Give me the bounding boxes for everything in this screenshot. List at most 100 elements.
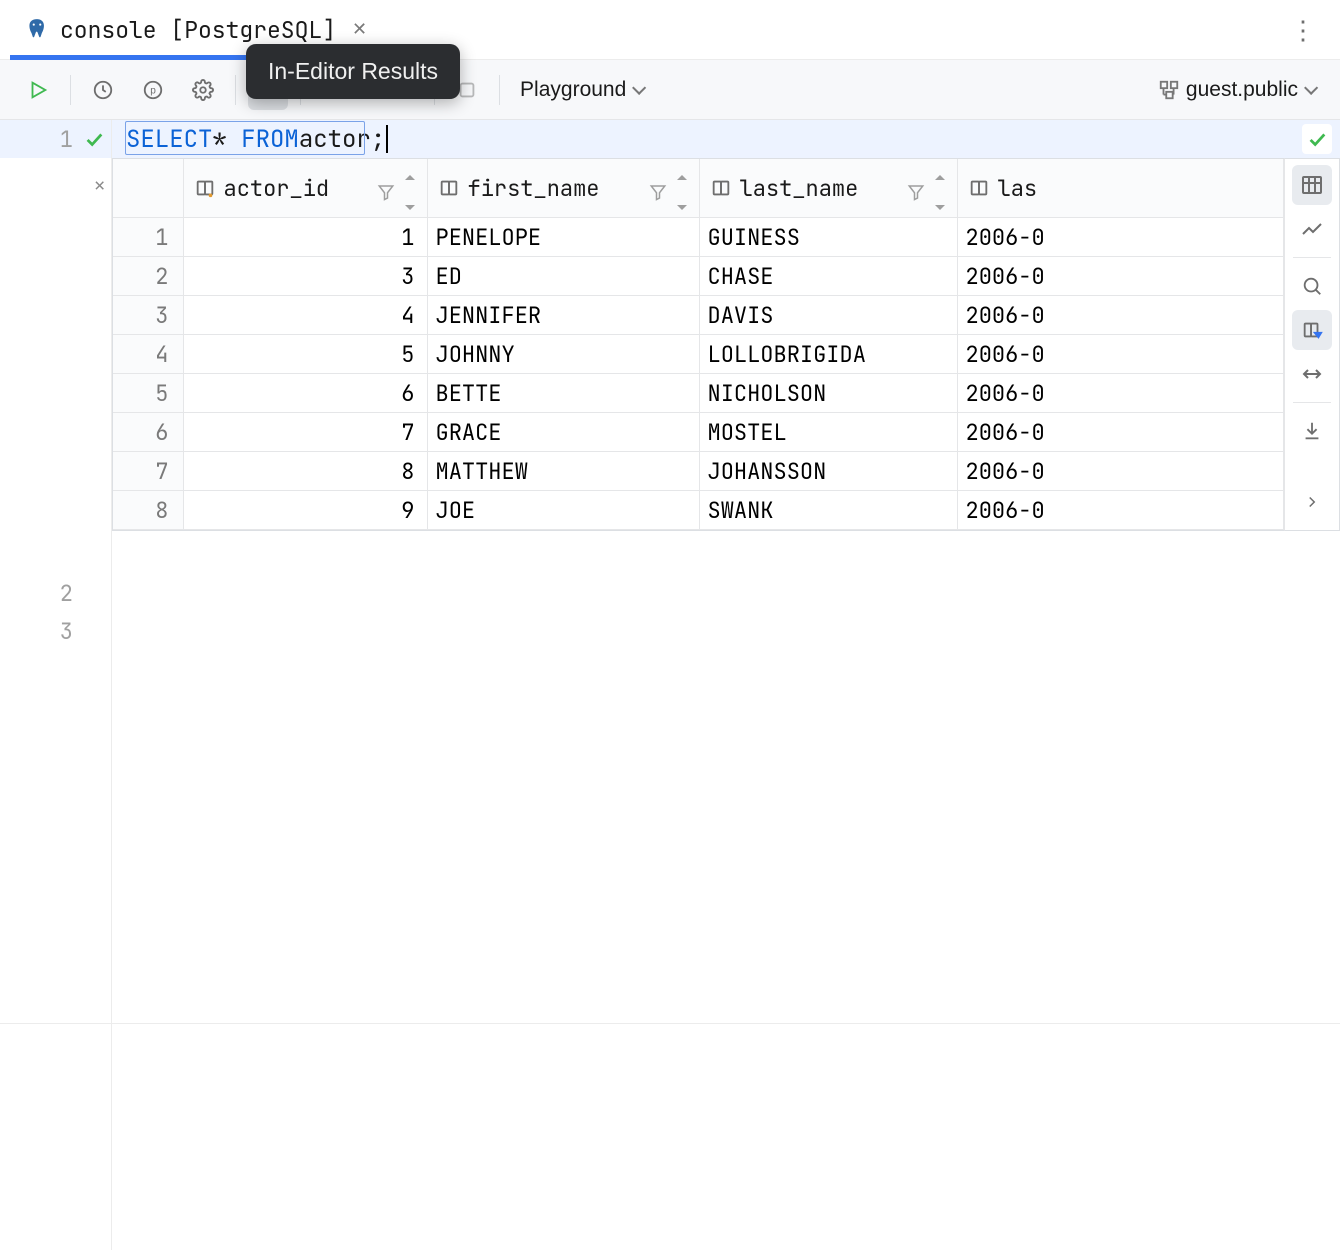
explain-plan-button[interactable]: p bbox=[133, 70, 173, 110]
expand-button[interactable] bbox=[1292, 482, 1332, 522]
tooltip-in-editor-results: In-Editor Results bbox=[246, 44, 460, 99]
export-button[interactable] bbox=[1292, 411, 1332, 451]
gutter-line[interactable]: 2 bbox=[0, 574, 111, 612]
playground-label: Playground bbox=[520, 78, 626, 102]
sort-icon[interactable] bbox=[675, 159, 689, 217]
text-caret bbox=[386, 125, 388, 153]
cell-last-name[interactable]: GUINESS bbox=[699, 218, 957, 257]
postgresql-icon bbox=[24, 17, 50, 43]
gutter-line[interactable]: 1 bbox=[0, 120, 111, 158]
row-number: 2 bbox=[113, 257, 183, 296]
cell-first-name[interactable]: MATTHEW bbox=[427, 452, 699, 491]
gutter-line[interactable]: ✕ bbox=[0, 158, 111, 214]
table-row[interactable]: 34JENNIFERDAVIS2006-0 bbox=[113, 296, 1284, 335]
sql-keyword: SELECT bbox=[126, 124, 212, 155]
cell-first-name[interactable]: ED bbox=[427, 257, 699, 296]
row-number: 6 bbox=[113, 413, 183, 452]
run-button[interactable] bbox=[18, 70, 58, 110]
cell-actor-id[interactable]: 1 bbox=[183, 218, 427, 257]
column-icon bbox=[968, 177, 990, 199]
cell-last-name[interactable]: MOSTEL bbox=[699, 413, 957, 452]
cell-actor-id[interactable]: 9 bbox=[183, 491, 427, 530]
column-icon bbox=[438, 177, 460, 199]
table-row[interactable]: 67GRACEMOSTEL2006-0 bbox=[113, 413, 1284, 452]
column-header-actor-id[interactable]: actor_id bbox=[183, 159, 427, 218]
table-row[interactable]: 78MATTHEWJOHANSSON2006-0 bbox=[113, 452, 1284, 491]
cell-last-update[interactable]: 2006-0 bbox=[957, 335, 1284, 374]
cell-first-name[interactable]: JOHNNY bbox=[427, 335, 699, 374]
cell-actor-id[interactable]: 5 bbox=[183, 335, 427, 374]
column-label: first_name bbox=[468, 174, 600, 203]
column-label: actor_id bbox=[224, 174, 330, 203]
cell-actor-id[interactable]: 7 bbox=[183, 413, 427, 452]
cell-last-update[interactable]: 2006-0 bbox=[957, 413, 1284, 452]
line-number: 2 bbox=[60, 579, 73, 608]
schema-dropdown[interactable]: guest.public bbox=[1150, 70, 1322, 110]
cell-actor-id[interactable]: 6 bbox=[183, 374, 427, 413]
line-number: 3 bbox=[60, 617, 73, 646]
editor-body: 1 ✕ 2 3 SELECT* FROM actor; bbox=[0, 120, 1340, 1250]
filter-icon[interactable] bbox=[649, 179, 667, 197]
table-row[interactable]: 11PENELOPEGUINESS2006-0 bbox=[113, 218, 1284, 257]
transpose-button[interactable] bbox=[1292, 354, 1332, 394]
filter-icon[interactable] bbox=[377, 179, 395, 197]
cell-first-name[interactable]: JOE bbox=[427, 491, 699, 530]
table-row[interactable]: 89JOESWANK2006-0 bbox=[113, 491, 1284, 530]
row-number: 1 bbox=[113, 218, 183, 257]
search-button[interactable] bbox=[1292, 266, 1332, 306]
separator bbox=[1293, 257, 1331, 258]
playground-dropdown[interactable]: Playground bbox=[512, 70, 650, 110]
result-panel: actor_id bbox=[112, 158, 1340, 531]
cell-last-update[interactable]: 2006-0 bbox=[957, 296, 1284, 335]
chevron-down-icon bbox=[632, 80, 646, 94]
cell-first-name[interactable]: PENELOPE bbox=[427, 218, 699, 257]
cell-first-name[interactable]: BETTE bbox=[427, 374, 699, 413]
column-label: last_name bbox=[740, 174, 859, 203]
settings-button[interactable] bbox=[183, 70, 223, 110]
cell-last-name[interactable]: JOHANSSON bbox=[699, 452, 957, 491]
sort-icon[interactable] bbox=[933, 159, 947, 217]
column-header-last-update[interactable]: las bbox=[957, 159, 1284, 218]
cell-last-update[interactable]: 2006-0 bbox=[957, 374, 1284, 413]
row-number: 3 bbox=[113, 296, 183, 335]
filter-icon[interactable] bbox=[907, 179, 925, 197]
column-header-first-name[interactable]: first_name bbox=[427, 159, 699, 218]
close-results-icon[interactable]: ✕ bbox=[94, 175, 105, 198]
cell-actor-id[interactable]: 8 bbox=[183, 452, 427, 491]
cell-last-name[interactable]: SWANK bbox=[699, 491, 957, 530]
cell-last-name[interactable]: CHASE bbox=[699, 257, 957, 296]
cell-last-name[interactable]: LOLLOBRIGIDA bbox=[699, 335, 957, 374]
kebab-menu-icon[interactable]: ⋮ bbox=[1290, 17, 1316, 43]
table-row[interactable]: 45JOHNNYLOLLOBRIGIDA2006-0 bbox=[113, 335, 1284, 374]
cell-last-update[interactable]: 2006-0 bbox=[957, 491, 1284, 530]
row-number: 7 bbox=[113, 452, 183, 491]
cell-actor-id[interactable]: 3 bbox=[183, 257, 427, 296]
history-button[interactable] bbox=[83, 70, 123, 110]
code-line[interactable]: SELECT* FROM actor; bbox=[112, 120, 1340, 158]
cell-last-name[interactable]: NICHOLSON bbox=[699, 374, 957, 413]
inspection-ok-icon[interactable] bbox=[1302, 124, 1332, 154]
checkmark-icon bbox=[83, 128, 105, 150]
rownum-header[interactable] bbox=[113, 159, 183, 218]
sql-identifier: actor bbox=[299, 124, 371, 155]
cell-last-name[interactable]: DAVIS bbox=[699, 296, 957, 335]
close-icon[interactable]: ✕ bbox=[352, 19, 367, 40]
column-header-last-name[interactable]: last_name bbox=[699, 159, 957, 218]
filter-rows-button[interactable] bbox=[1292, 310, 1332, 350]
cell-first-name[interactable]: JENNIFER bbox=[427, 296, 699, 335]
table-row[interactable]: 56BETTENICHOLSON2006-0 bbox=[113, 374, 1284, 413]
chart-view-button[interactable] bbox=[1292, 209, 1332, 249]
table-row[interactable]: 23EDCHASE2006-0 bbox=[113, 257, 1284, 296]
cell-last-update[interactable]: 2006-0 bbox=[957, 218, 1284, 257]
code-area[interactable]: SELECT* FROM actor; bbox=[112, 120, 1340, 1250]
table-view-button[interactable] bbox=[1292, 165, 1332, 205]
primary-key-icon bbox=[194, 177, 216, 199]
gutter-line[interactable]: 3 bbox=[0, 612, 111, 650]
sort-icon[interactable] bbox=[403, 159, 417, 217]
editor-gutter: 1 ✕ 2 3 bbox=[0, 120, 112, 1250]
cell-last-update[interactable]: 2006-0 bbox=[957, 452, 1284, 491]
cell-last-update[interactable]: 2006-0 bbox=[957, 257, 1284, 296]
cell-actor-id[interactable]: 4 bbox=[183, 296, 427, 335]
cell-first-name[interactable]: GRACE bbox=[427, 413, 699, 452]
result-side-toolbar bbox=[1284, 158, 1340, 531]
